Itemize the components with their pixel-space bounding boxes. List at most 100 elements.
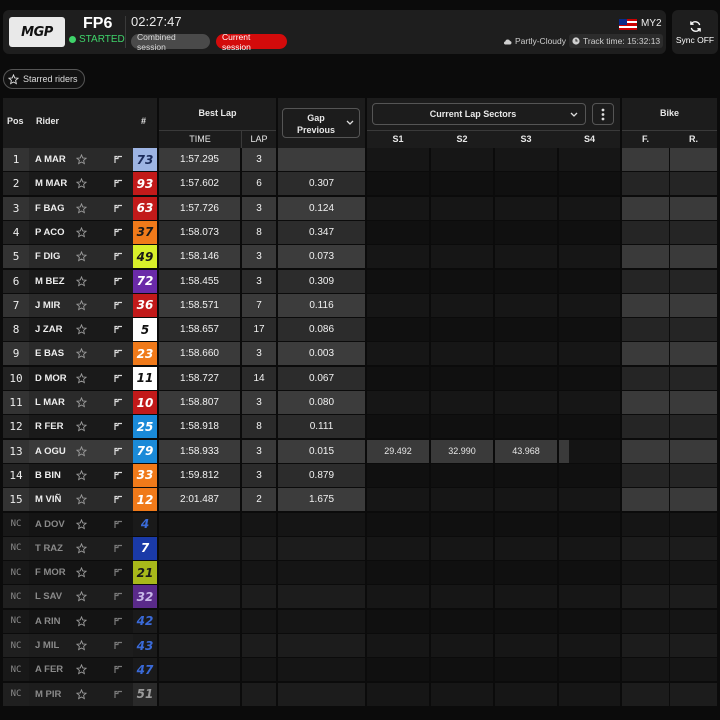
onboard-camera-icon[interactable] (114, 690, 123, 699)
combined-session-button[interactable]: Combined session (131, 32, 210, 52)
table-row[interactable]: NC T RAZ 7 (3, 536, 717, 561)
star-outline-icon[interactable] (76, 688, 87, 700)
rider-name[interactable]: P ACO (35, 221, 65, 244)
star-outline-icon[interactable] (76, 469, 87, 481)
star-outline-icon[interactable] (76, 664, 87, 675)
onboard-camera-icon[interactable] (114, 495, 123, 504)
onboard-camera-icon[interactable] (114, 447, 123, 456)
onboard-camera-icon[interactable] (114, 641, 123, 650)
rider-name[interactable]: A DOV (35, 513, 65, 536)
table-row[interactable]: 12 R FER 25 1:58.918 8 0.111 (3, 415, 717, 439)
rider-name[interactable]: A FER (35, 658, 63, 681)
star-outline-icon[interactable] (76, 251, 87, 262)
star-outline-icon[interactable] (76, 615, 87, 627)
onboard-camera-icon[interactable] (114, 301, 123, 310)
star-outline-icon[interactable] (76, 494, 87, 505)
rider-name[interactable]: L MAR (35, 391, 65, 414)
table-row[interactable]: 5 F DIG 49 1:58.146 3 0.073 (3, 245, 717, 269)
star-outline-icon[interactable] (76, 275, 87, 287)
onboard-camera-icon[interactable] (114, 665, 123, 674)
rider-name[interactable]: M VIÑ (35, 488, 61, 511)
star-outline-icon[interactable] (76, 348, 87, 359)
table-row[interactable]: NC F MOR 21 (3, 561, 717, 585)
rider-name[interactable]: E BAS (35, 342, 64, 365)
rider-name[interactable]: J MIL (35, 634, 59, 657)
current-session-button[interactable]: Current session (216, 32, 287, 52)
star-outline-icon[interactable] (76, 202, 87, 214)
star-outline-icon[interactable] (76, 518, 87, 530)
onboard-camera-icon[interactable] (114, 617, 123, 626)
star-outline-icon[interactable] (76, 154, 87, 165)
table-row[interactable]: NC M PIR 51 (3, 682, 717, 707)
rider-name[interactable]: F DIG (35, 245, 60, 268)
onboard-camera-icon[interactable] (114, 520, 123, 529)
onboard-camera-icon[interactable] (114, 568, 123, 577)
onboard-camera-icon[interactable] (114, 228, 123, 237)
rider-name[interactable]: M MAR (35, 172, 67, 195)
star-outline-icon[interactable] (76, 299, 87, 311)
table-row[interactable]: 4 P ACO 37 1:58.073 8 0.347 (3, 220, 717, 245)
star-outline-icon[interactable] (76, 421, 87, 432)
star-outline-icon[interactable] (76, 445, 87, 457)
rider-name[interactable]: F MOR (35, 561, 66, 584)
rider-name[interactable]: T RAZ (35, 537, 63, 560)
star-outline-icon[interactable] (76, 567, 87, 578)
rider-name[interactable]: J ZAR (35, 318, 62, 341)
rider-name[interactable]: D MOR (35, 367, 67, 390)
table-row[interactable]: NC A FER 47 (3, 658, 717, 682)
star-outline-icon[interactable] (76, 226, 87, 238)
table-row[interactable]: 10 D MOR 11 1:58.727 14 0.067 (3, 366, 717, 391)
rider-name[interactable]: A MAR (35, 148, 66, 171)
sync-toggle-button[interactable]: Sync OFF (672, 10, 718, 54)
table-row[interactable]: NC A DOV 4 (3, 512, 717, 537)
onboard-camera-icon[interactable] (114, 544, 123, 553)
table-row[interactable]: NC A RIN 42 (3, 609, 717, 634)
table-row[interactable]: 11 L MAR 10 1:58.807 3 0.080 (3, 391, 717, 415)
table-row[interactable]: 2 M MAR 93 1:57.602 6 0.307 (3, 172, 717, 196)
rider-name[interactable]: L SAV (35, 585, 62, 608)
table-row[interactable]: NC L SAV 32 (3, 585, 717, 609)
rider-name[interactable]: J MIR (35, 294, 60, 317)
rider-name[interactable]: A RIN (35, 610, 61, 633)
onboard-camera-icon[interactable] (114, 155, 123, 164)
onboard-camera-icon[interactable] (114, 204, 123, 213)
starred-riders-button[interactable]: Starred riders (3, 69, 85, 89)
star-outline-icon[interactable] (76, 542, 87, 554)
rider-name[interactable]: M BEZ (35, 270, 65, 293)
star-outline-icon[interactable] (76, 591, 87, 602)
star-outline-icon[interactable] (76, 324, 87, 335)
star-outline-icon[interactable] (76, 640, 87, 651)
onboard-camera-icon[interactable] (114, 398, 123, 407)
star-outline-icon[interactable] (76, 397, 87, 408)
onboard-camera-icon[interactable] (114, 277, 123, 286)
table-row[interactable]: 9 E BAS 23 1:58.660 3 0.003 (3, 342, 717, 366)
table-row[interactable]: 8 J ZAR 5 1:58.657 17 0.086 (3, 318, 717, 342)
rider-name[interactable]: A OGU (35, 440, 66, 463)
onboard-camera-icon[interactable] (114, 325, 123, 334)
rider-name[interactable]: R FER (35, 415, 64, 438)
star-outline-icon[interactable] (76, 178, 87, 189)
table-row[interactable]: 13 A OGU 79 1:58.933 3 0.015 29.492 32.9… (3, 439, 717, 464)
motogp-logo[interactable]: MGP (9, 17, 65, 47)
table-row[interactable]: 1 A MAR 73 1:57.295 3 (3, 148, 717, 172)
table-row[interactable]: NC J MIL 43 (3, 634, 717, 658)
gap-previous-dropdown[interactable]: Gap Previous (282, 108, 360, 138)
sectors-dropdown[interactable]: Current Lap Sectors (372, 103, 586, 125)
table-row[interactable]: 3 F BAG 63 1:57.726 3 0.124 (3, 196, 717, 221)
rider-name[interactable]: M PIR (35, 683, 61, 706)
sectors-menu-button[interactable] (592, 103, 614, 125)
star-outline-icon[interactable] (76, 372, 87, 384)
rider-name[interactable]: B BIN (35, 464, 61, 487)
rider-name[interactable]: F BAG (35, 197, 65, 220)
onboard-camera-icon[interactable] (114, 374, 123, 383)
table-row[interactable]: 15 M VIÑ 12 2:01.487 2 1.675 (3, 488, 717, 512)
onboard-camera-icon[interactable] (114, 592, 123, 601)
table-row[interactable]: 7 J MIR 36 1:58.571 7 0.116 (3, 293, 717, 318)
onboard-camera-icon[interactable] (114, 422, 123, 431)
table-row[interactable]: 6 M BEZ 72 1:58.455 3 0.309 (3, 269, 717, 294)
onboard-camera-icon[interactable] (114, 179, 123, 188)
onboard-camera-icon[interactable] (114, 471, 123, 480)
onboard-camera-icon[interactable] (114, 349, 123, 358)
table-row[interactable]: 14 B BIN 33 1:59.812 3 0.879 (3, 463, 717, 488)
onboard-camera-icon[interactable] (114, 252, 123, 261)
